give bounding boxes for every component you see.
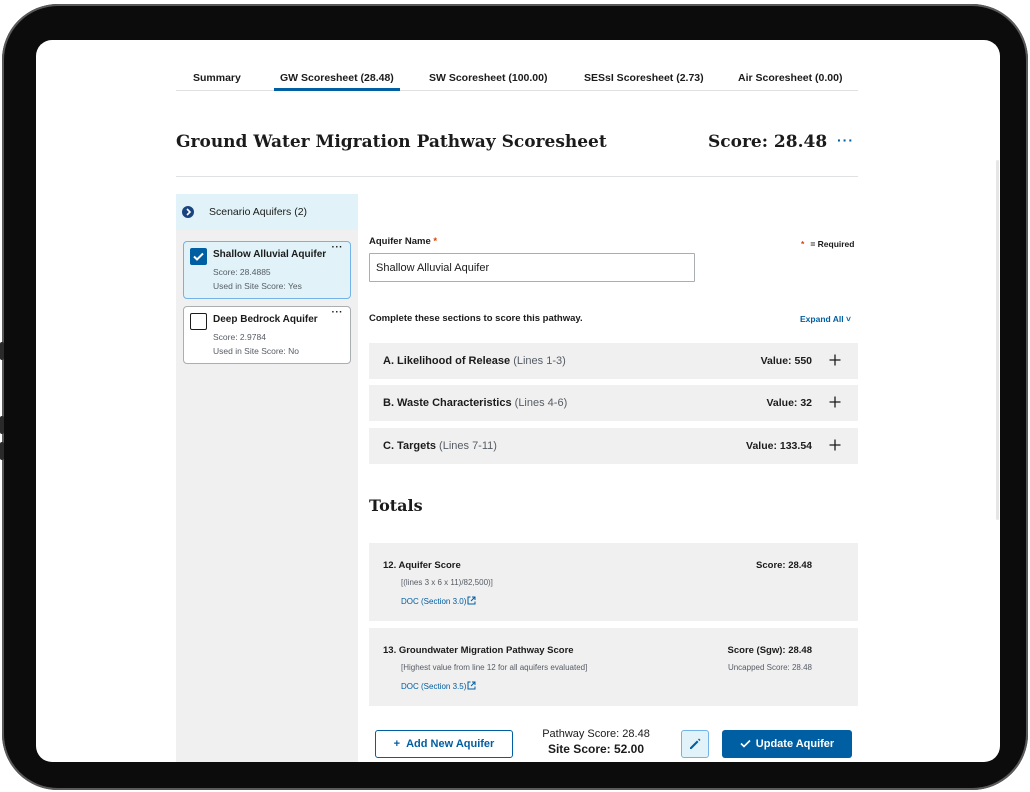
app-screen: Summary GW Scoresheet (28.48) SW Scoresh… <box>36 40 1000 762</box>
more-options-icon[interactable]: ··· <box>837 132 854 148</box>
aquifer-name: Shallow Alluvial Aquifer <box>213 249 327 260</box>
tablet-frame: Summary GW Scoresheet (28.48) SW Scoresh… <box>0 4 1028 790</box>
aquifer-more-icon[interactable]: ··· <box>332 242 344 253</box>
section-value: Value: 550 <box>760 355 812 367</box>
tab-sessi-scoresheet[interactable]: SESsI Scoresheet (2.73) <box>584 72 704 84</box>
section-targets[interactable]: C. Targets (Lines 7-11) Value: 133.54 <box>369 428 858 464</box>
section-likelihood-of-release[interactable]: A. Likelihood of Release (Lines 1-3) Val… <box>369 343 858 379</box>
section-title: B. Waste Characteristics (Lines 4-6) <box>383 397 567 409</box>
doc-link[interactable]: DOC (Section 3.5) <box>401 681 476 691</box>
chevron-right-icon <box>182 206 194 218</box>
section-lines: (Lines 4-6) <box>514 397 568 409</box>
aquifer-name-label-text: Aquifer Name <box>369 236 431 247</box>
groundwater-pathway-score-card: 13. Groundwater Migration Pathway Score … <box>369 628 858 706</box>
tab-sw-scoresheet[interactable]: SW Scoresheet (100.00) <box>429 72 547 84</box>
page-title: Ground Water Migration Pathway Scoreshee… <box>176 132 607 152</box>
tab-gw-scoresheet[interactable]: GW Scoresheet (28.48) <box>274 72 400 91</box>
update-aquifer-button[interactable]: Update Aquifer <box>722 730 852 758</box>
section-value: Value: 133.54 <box>746 440 812 452</box>
scenario-aquifers-sidebar: Scenario Aquifers (2) Shallow Alluvial A… <box>176 194 358 762</box>
section-lines: (Lines 1-3) <box>513 355 566 367</box>
expand-all-link[interactable]: Expand All ˅ <box>800 314 851 324</box>
pencil-icon <box>690 738 701 749</box>
doc-link-text: DOC (Section 3.5) <box>401 682 467 691</box>
section-title-main: B. Waste Characteristics <box>383 397 512 409</box>
required-asterisk: * <box>433 236 438 247</box>
edit-button[interactable] <box>681 730 709 758</box>
total-formula: [(lines 3 x 6 x 11)/82,500)] <box>401 578 493 587</box>
section-value: Value: 32 <box>766 397 812 409</box>
uncapped-score: Uncapped Score: 28.48 <box>727 663 812 672</box>
scrollbar[interactable] <box>996 160 999 520</box>
site-score-summary: Site Score: 52.00 <box>547 742 645 756</box>
section-lines: (Lines 7-11) <box>439 440 497 452</box>
add-new-aquifer-label: Add New Aquifer <box>406 738 495 750</box>
update-aquifer-label: Update Aquifer <box>755 738 835 750</box>
total-score: Score: 28.48 <box>756 560 812 571</box>
total-title: 13. Groundwater Migration Pathway Score <box>383 645 574 656</box>
check-icon <box>740 739 751 748</box>
tablet-side-button <box>0 342 4 360</box>
section-title: C. Targets (Lines 7-11) <box>383 440 497 452</box>
aquifer-checkbox-unchecked[interactable] <box>190 313 207 330</box>
required-legend-asterisk: * <box>801 239 805 249</box>
section-title-main: A. Likelihood of Release <box>383 355 511 367</box>
doc-link-text: DOC (Section 3.0) <box>401 597 467 606</box>
section-instructions: Complete these sections to score this pa… <box>369 313 583 324</box>
totals-heading: Totals <box>369 496 423 515</box>
doc-link[interactable]: DOC (Section 3.0) <box>401 596 476 606</box>
total-title: 12. Aquifer Score <box>383 560 461 571</box>
aquifer-used-in-site-score: Used in Site Score: Yes <box>213 281 302 291</box>
aquifer-name: Deep Bedrock Aquifer <box>213 314 318 325</box>
pathway-score-header: Score: 28.48 <box>708 132 828 152</box>
section-title-main: C. Targets <box>383 440 436 452</box>
external-link-icon <box>467 596 476 605</box>
section-title: A. Likelihood of Release (Lines 1-3) <box>383 355 566 367</box>
external-link-icon <box>467 681 476 690</box>
section-waste-characteristics[interactable]: B. Waste Characteristics (Lines 4-6) Val… <box>369 385 858 421</box>
aquifer-card-shallow-alluvial[interactable]: Shallow Alluvial Aquifer ··· Score: 28.4… <box>183 241 351 299</box>
tab-air-scoresheet[interactable]: Air Scoresheet (0.00) <box>738 72 842 84</box>
scenario-aquifers-toggle[interactable]: Scenario Aquifers (2) <box>176 194 358 230</box>
scenario-aquifers-label: Scenario Aquifers (2) <box>209 206 308 218</box>
aquifer-score-card: 12. Aquifer Score [(lines 3 x 6 x 11)/82… <box>369 543 858 621</box>
tablet-side-button <box>0 442 4 460</box>
aquifer-used-in-site-score: Used in Site Score: No <box>213 346 299 356</box>
aquifer-name-input[interactable] <box>369 253 695 282</box>
required-legend: * = Required <box>801 239 854 249</box>
total-score: Score (Sgw): 28.48 <box>727 645 812 656</box>
required-legend-text: = Required <box>810 239 855 249</box>
header-divider <box>176 176 858 177</box>
aquifer-score: Score: 28.4885 <box>213 267 271 277</box>
plus-icon[interactable] <box>829 396 841 408</box>
scoresheet-tabs: Summary GW Scoresheet (28.48) SW Scoresh… <box>176 64 858 91</box>
aquifer-card-deep-bedrock[interactable]: Deep Bedrock Aquifer ··· Score: 2.9784 U… <box>183 306 351 364</box>
aquifer-score: Score: 2.9784 <box>213 332 266 342</box>
add-new-aquifer-button[interactable]: + Add New Aquifer <box>375 730 513 758</box>
plus-icon[interactable] <box>829 354 841 366</box>
pathway-score-summary: Pathway Score: 28.48 <box>542 728 650 740</box>
aquifer-name-label: Aquifer Name * <box>369 236 437 247</box>
total-formula: [Highest value from line 12 for all aqui… <box>401 663 588 672</box>
plus-icon: + <box>393 738 401 750</box>
tablet-side-button <box>0 416 4 434</box>
tab-summary[interactable]: Summary <box>193 72 241 84</box>
aquifer-more-icon[interactable]: ··· <box>332 307 344 318</box>
aquifer-checkbox-checked[interactable] <box>190 248 207 265</box>
plus-icon[interactable] <box>829 439 841 451</box>
